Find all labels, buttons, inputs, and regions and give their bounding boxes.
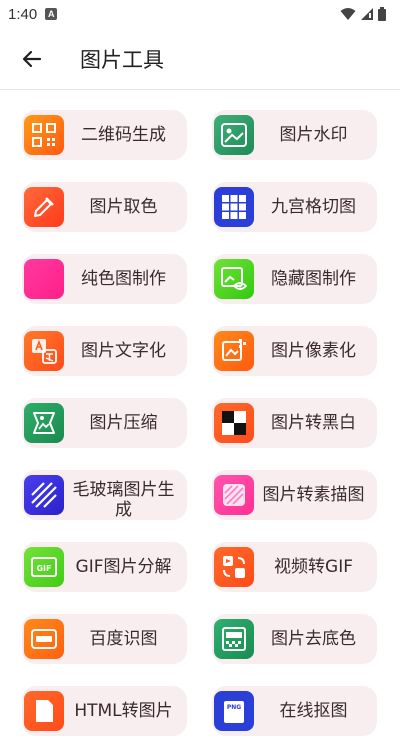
tool-label: 图片压缩 bbox=[89, 413, 158, 433]
tool-color-picker[interactable]: 图片取色 bbox=[22, 182, 187, 232]
tool-compress[interactable]: 图片压缩 bbox=[22, 398, 187, 448]
tool-label: 图片取色 bbox=[89, 197, 158, 217]
image-to-text-icon bbox=[24, 331, 64, 371]
tool-html-to-image[interactable]: HTML转图片 bbox=[22, 686, 187, 736]
sketch-icon bbox=[214, 475, 254, 515]
tool-black-white[interactable]: 图片转黑白 bbox=[212, 398, 377, 448]
image-watermark-icon bbox=[214, 115, 254, 155]
tool-sketch[interactable]: 图片转素描图 bbox=[212, 470, 377, 520]
video-to-gif-icon bbox=[214, 547, 254, 587]
tool-label: 视频转GIF bbox=[274, 557, 353, 577]
tool-label: 在线抠图 bbox=[279, 701, 348, 721]
status-bar: 1:40 A bbox=[0, 0, 400, 28]
compress-icon bbox=[24, 403, 64, 443]
tool-label: 图片像素化 bbox=[271, 341, 356, 361]
tool-frosted-glass[interactable]: 毛玻璃图片生成 bbox=[22, 470, 187, 520]
online-cutout-icon: PNG bbox=[214, 691, 254, 731]
tool-label: GIF图片分解 bbox=[75, 557, 172, 577]
page-title: 图片工具 bbox=[80, 47, 164, 72]
tool-label: 百度识图 bbox=[89, 629, 158, 649]
tool-label: HTML转图片 bbox=[74, 701, 173, 721]
tool-grid-nine[interactable]: 九宫格切图 bbox=[212, 182, 377, 232]
tool-label: 纯色图制作 bbox=[81, 269, 166, 289]
app-bar: 图片工具 bbox=[0, 28, 400, 90]
tool-image-to-text[interactable]: 图片文字化 bbox=[22, 326, 187, 376]
tool-label: 隐藏图制作 bbox=[271, 269, 356, 289]
tool-online-cutout[interactable]: PNG 在线抠图 bbox=[212, 686, 377, 736]
tool-qr-code[interactable]: 二维码生成 bbox=[22, 110, 187, 160]
tool-label: 图片文字化 bbox=[81, 341, 166, 361]
signal-icon bbox=[361, 8, 373, 20]
tool-video-to-gif[interactable]: 视频转GIF bbox=[212, 542, 377, 592]
grid-nine-icon bbox=[214, 187, 254, 227]
tool-label: 图片水印 bbox=[279, 125, 348, 145]
black-white-icon bbox=[214, 403, 254, 443]
battery-icon bbox=[378, 7, 386, 21]
tool-hidden-image[interactable]: 隐藏图制作 bbox=[212, 254, 377, 304]
pixelate-icon bbox=[214, 331, 254, 371]
gif-split-icon: GIF bbox=[24, 547, 64, 587]
svg-text:PNG: PNG bbox=[227, 704, 241, 711]
tool-pixelate[interactable]: 图片像素化 bbox=[212, 326, 377, 376]
tool-image-watermark[interactable]: 图片水印 bbox=[212, 110, 377, 160]
status-time: 1:40 bbox=[8, 5, 38, 23]
frosted-glass-icon bbox=[24, 475, 64, 515]
tool-label: 图片转黑白 bbox=[271, 413, 356, 433]
tool-label: 九宫格切图 bbox=[271, 197, 356, 217]
tool-solid-color[interactable]: 纯色图制作 bbox=[22, 254, 187, 304]
back-button[interactable] bbox=[0, 28, 64, 90]
svg-text:GIF: GIF bbox=[36, 564, 51, 573]
arrow-back-icon bbox=[22, 50, 42, 67]
tool-label: 二维码生成 bbox=[81, 125, 166, 145]
notification-a-icon: A bbox=[45, 8, 58, 20]
tool-remove-background[interactable]: 图片去底色 bbox=[212, 614, 377, 664]
wifi-icon bbox=[340, 8, 356, 20]
tool-gif-split[interactable]: GIF GIF图片分解 bbox=[22, 542, 187, 592]
remove-background-icon bbox=[214, 619, 254, 659]
tool-label: 图片转素描图 bbox=[262, 485, 365, 505]
qr-code-icon bbox=[24, 115, 64, 155]
image-recognition-icon bbox=[24, 619, 64, 659]
color-picker-icon bbox=[24, 187, 64, 227]
solid-color-icon bbox=[24, 259, 64, 299]
html-to-image-icon bbox=[24, 691, 64, 731]
hidden-image-icon bbox=[214, 259, 254, 299]
tool-label: 图片去底色 bbox=[271, 629, 356, 649]
tool-image-recognition[interactable]: 百度识图 bbox=[22, 614, 187, 664]
tool-label: 毛玻璃图片生成 bbox=[72, 480, 175, 520]
